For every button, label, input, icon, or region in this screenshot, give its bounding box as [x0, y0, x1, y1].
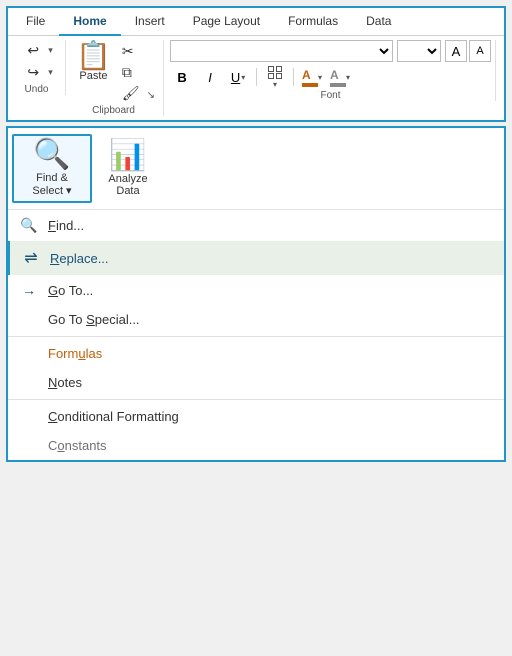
paste-button[interactable]: 📋 Paste	[72, 40, 115, 103]
undo-button[interactable]: ↩	[20, 40, 46, 60]
menu-item-goto-special-text: Go To Special...	[48, 312, 140, 327]
tab-insert[interactable]: Insert	[121, 8, 179, 35]
lower-panel: 🔍 Find &Select ▾ 📊 Analyze Data 🔍 Find..…	[6, 126, 506, 462]
find-select-label: Find &Select ▾	[32, 172, 71, 197]
clipboard-group: 📋 Paste ✂ ⧉ 🖌 ↘ Clipboard	[72, 40, 164, 116]
menu-item-formulas-text: Formulas	[48, 346, 102, 361]
clipboard-group-label: Clipboard	[92, 105, 135, 116]
font-group-label: Font	[170, 90, 491, 101]
font-selects: A A	[170, 40, 491, 62]
font-color-button[interactable]: A ▾	[328, 66, 352, 88]
find-select-icon: 🔍	[33, 140, 70, 170]
paste-label: Paste	[79, 70, 107, 82]
menu-item-constants[interactable]: Constants	[8, 431, 504, 460]
tab-page-layout[interactable]: Page Layout	[179, 8, 274, 35]
menu-item-notes-text: Notes	[48, 375, 82, 390]
decrease-font-size-button[interactable]: A	[469, 40, 491, 62]
undo-group: ↩ ▾ ↪ ▾ Undo	[16, 40, 66, 95]
find-icon: 🔍	[20, 217, 38, 234]
tab-home[interactable]: Home	[59, 8, 120, 36]
menu-item-find[interactable]: 🔍 Find...	[8, 210, 504, 241]
redo-dropdown-arrow[interactable]: ▾	[48, 67, 53, 78]
menu-item-notes[interactable]: Notes	[8, 368, 504, 397]
paste-icon: 📋	[76, 42, 111, 70]
menu-divider-1	[8, 336, 504, 337]
tab-file[interactable]: File	[12, 8, 59, 35]
find-select-dropdown: 🔍 Find... ⇌ Replace... → Go To... Go To …	[8, 210, 504, 460]
ribbon: File Home Insert Page Layout Formulas Da…	[6, 6, 506, 122]
font-size-buttons: A A	[445, 40, 491, 62]
redo-row: ↪ ▾	[20, 62, 53, 82]
tab-bar: File Home Insert Page Layout Formulas Da…	[8, 8, 504, 36]
undo-dropdown-arrow[interactable]: ▾	[48, 45, 53, 56]
menu-item-goto-special[interactable]: Go To Special...	[8, 305, 504, 334]
goto-arrow-icon: →	[20, 282, 38, 298]
menu-item-formulas[interactable]: Formulas	[8, 339, 504, 368]
menu-item-constants-text: Constants	[48, 438, 107, 453]
fill-color-button[interactable]: A ▾	[300, 66, 324, 88]
tab-formulas[interactable]: Formulas	[274, 8, 352, 35]
tab-data[interactable]: Data	[352, 8, 405, 35]
font-size-select[interactable]	[397, 40, 441, 62]
underline-button[interactable]: U ▾	[226, 66, 250, 88]
menu-item-replace-text: Replace...	[50, 251, 109, 266]
menu-item-replace[interactable]: ⇌ Replace...	[8, 241, 504, 275]
clipboard-small-icons: ✂ ⧉ 🖌	[119, 40, 143, 103]
menu-item-conditional-formatting[interactable]: Conditional Formatting	[8, 402, 504, 431]
undo-redo-buttons: ↩ ▾ ↪ ▾	[20, 40, 53, 82]
menu-item-conditional-formatting-text: Conditional Formatting	[48, 409, 179, 424]
redo-button[interactable]: ↪	[20, 62, 46, 82]
undo-row: ↩ ▾	[20, 40, 53, 60]
italic-button[interactable]: I	[198, 66, 222, 88]
borders-button[interactable]: ▾	[263, 66, 287, 88]
icon-row: 🔍 Find &Select ▾ 📊 Analyze Data	[8, 128, 504, 210]
font-name-select[interactable]	[170, 40, 393, 62]
font-group: A A B I U ▾	[170, 40, 496, 101]
copy-icon[interactable]: ⧉	[119, 63, 143, 82]
bold-button[interactable]: B	[170, 66, 194, 88]
clipboard-inner: 📋 Paste ✂ ⧉ 🖌 ↘	[72, 40, 155, 103]
replace-icon: ⇌	[22, 248, 40, 268]
cut-icon[interactable]: ✂	[119, 42, 143, 61]
analyze-data-label: Analyze Data	[98, 173, 158, 197]
analyze-data-button[interactable]: 📊 Analyze Data	[92, 134, 164, 203]
clipboard-expand-button[interactable]: ↘	[147, 40, 155, 103]
separator	[256, 68, 257, 86]
menu-item-find-text: Find...	[48, 218, 84, 233]
font-format-row: B I U ▾ ▾	[170, 66, 491, 88]
undo-group-label: Undo	[25, 84, 49, 95]
menu-item-goto-text: Go To...	[48, 283, 93, 298]
menu-divider-2	[8, 399, 504, 400]
separator2	[293, 68, 294, 86]
format-painter-icon[interactable]: 🖌	[119, 84, 143, 103]
analyze-data-icon: 📊	[109, 141, 146, 171]
find-select-button[interactable]: 🔍 Find &Select ▾	[12, 134, 92, 203]
ribbon-content-area: ↩ ▾ ↪ ▾ Undo 📋 Paste ✂ ⧉ 🖌	[8, 36, 504, 116]
increase-font-size-button[interactable]: A	[445, 40, 467, 62]
menu-item-goto[interactable]: → Go To...	[8, 275, 504, 305]
